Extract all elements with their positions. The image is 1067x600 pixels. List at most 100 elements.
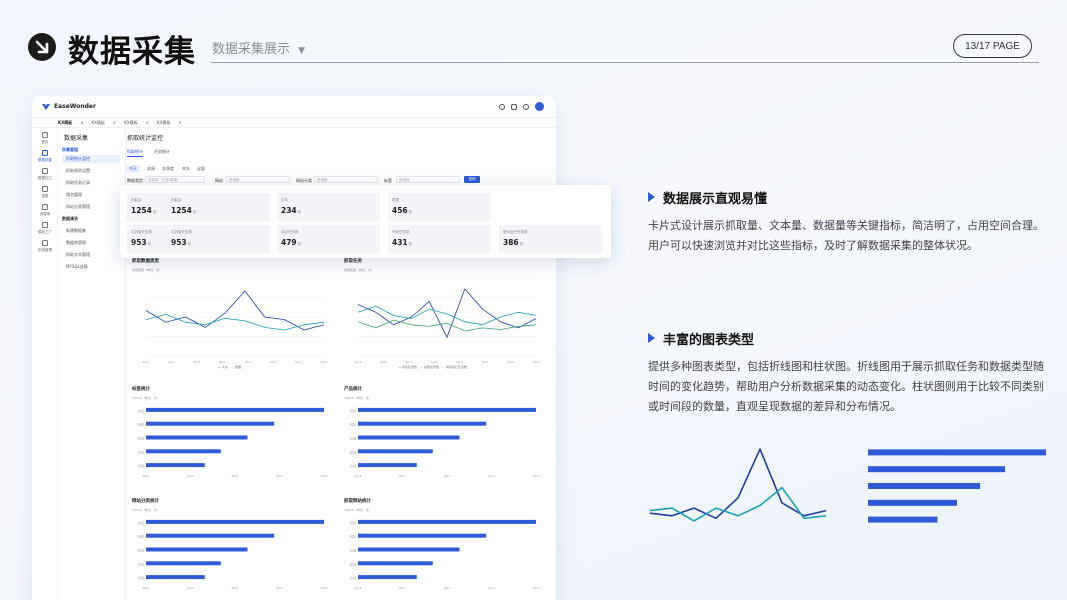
time-filter-quarter[interactable]: 本季度 [159, 165, 177, 173]
decorative-line-chart [649, 448, 827, 522]
menu-item[interactable]: 网站分类管理 [66, 204, 90, 210]
rail-item-system[interactable]: 系统管理 [32, 240, 58, 253]
filter-tag-select[interactable]: 请选择 [396, 176, 460, 183]
filter-site-select[interactable]: 请选择 [226, 176, 290, 183]
library-icon [42, 204, 48, 210]
tab-2[interactable]: KX模板 [92, 120, 105, 126]
x-tick-label: Apr1 [219, 360, 226, 364]
bar-category-label: 标签 [138, 520, 144, 525]
time-filter-all[interactable]: 全部 [194, 165, 208, 173]
bar [146, 533, 275, 538]
arrow-down-right-icon [28, 33, 56, 61]
x-tick-label: Apr1 [354, 586, 361, 590]
triangle-bullet-icon [648, 333, 655, 343]
time-filter-year[interactable]: 本年 [179, 165, 193, 173]
bar [868, 499, 957, 506]
chart-title: 网站分类统计 [132, 499, 159, 504]
bar-category-label: 标签 [138, 534, 144, 539]
system-icon [42, 240, 48, 246]
decorative-bar-chart [868, 449, 1046, 523]
bar-category-label: 标签 [138, 449, 144, 454]
rail-item-report[interactable]: 报表 [32, 186, 58, 199]
stat-card-data: 数据 456条 [388, 193, 491, 221]
process-icon [42, 168, 48, 174]
close-icon[interactable]: × [80, 120, 83, 125]
bar [868, 466, 1006, 473]
menu-item[interactable]: 数据库管理 [66, 240, 86, 246]
menu-item[interactable]: 抓取任务记录 [66, 180, 90, 186]
menu-item[interactable]: MYSQL连接 [66, 264, 88, 270]
bar-category-label: 标签 [350, 534, 356, 539]
time-filter-today[interactable]: 今天 [126, 165, 140, 173]
x-tick-label: Apr1 [532, 360, 539, 364]
menu-item-selected[interactable]: 抓取统计监控 [62, 155, 120, 163]
avatar[interactable] [535, 102, 544, 111]
series-line [357, 319, 537, 332]
tab-3[interactable]: KX模板 [124, 120, 137, 126]
template-icon [42, 222, 48, 228]
menu-item[interactable]: 域名管理 [66, 192, 82, 198]
logo-icon [42, 104, 50, 110]
x-tick-label: Apr1 [443, 586, 450, 590]
menu-group-clean[interactable]: 数据清洗 [62, 216, 78, 222]
page-title: 数据采集 [68, 34, 196, 70]
tab-1[interactable]: KX模板 [58, 120, 72, 126]
rail-item-process[interactable]: 数据加工 [32, 168, 58, 181]
filter-category-select[interactable]: 请选择 [314, 176, 378, 183]
chart-title: 抓取数据类型 [132, 259, 159, 264]
stat-card-success: 成功任务数 479条 [277, 225, 380, 253]
bar [358, 407, 536, 412]
time-filter-week[interactable]: 本周 [144, 165, 158, 173]
menu-item[interactable]: 新建数据集 [66, 228, 86, 234]
filter-label: 数据类型 [127, 178, 143, 183]
menu-item[interactable]: 抓取规则设置 [66, 168, 90, 174]
chart-subtitle: 抓取数量（单位：条） [132, 268, 163, 272]
x-tick-label: Apr1 [142, 586, 149, 590]
menu-item[interactable]: 抓取文本管理 [66, 252, 90, 258]
bar-category-label: 标签 [350, 548, 356, 553]
x-tick-label: Apr1 [231, 474, 238, 478]
bar [358, 519, 536, 524]
app-topbar: EaseWonder [32, 96, 556, 118]
stat-card-crawl-2: 抓取量 1254条 [167, 193, 270, 221]
bar [868, 516, 938, 523]
page-subtitle: 数据采集展示 [212, 42, 291, 57]
rail-item-template[interactable]: 模板工厂 [32, 222, 58, 235]
menu-group-collect[interactable]: 采集管理 [62, 147, 78, 153]
stats-overlay-panel: 抓取量 1254条 抓取量 1254条 文本 234条 数据 456条 总抓取任务数 95… [120, 185, 611, 258]
rail-item-collect[interactable]: 数据采集 [32, 150, 58, 163]
chart-title: 标签统计 [132, 387, 150, 392]
bar [146, 421, 275, 426]
bar-chart-tags: 标签标签标签标签标签Apr1 Apr1 Apr1 Apr1 Apr1 [138, 407, 328, 478]
x-tick-label: Apr1 [276, 474, 283, 478]
feature-text: 卡片式设计展示抓取量、文本量、数据量等关键指标，简洁明了，占用空间合理。用户可以… [648, 219, 1044, 252]
settings-icon[interactable] [523, 103, 529, 110]
query-button[interactable]: 查询 [464, 176, 480, 183]
close-icon[interactable]: × [113, 120, 116, 125]
close-icon[interactable]: × [178, 120, 181, 125]
bar [868, 449, 1046, 456]
help-icon[interactable] [499, 103, 505, 110]
page-subtitle-dropdown[interactable]: 数据采集展示 ▼ [212, 38, 305, 57]
tab-4[interactable]: KX模板 [157, 120, 170, 126]
subtab-crawl-stats[interactable]: 抓取统计 [127, 149, 143, 157]
close-icon[interactable]: × [146, 120, 149, 125]
series-line [145, 290, 325, 331]
bar [146, 547, 248, 552]
rail-item-home[interactable]: 首页 [32, 132, 58, 145]
bar-category-label: 标签 [350, 561, 356, 566]
bar [358, 449, 433, 454]
series-line [649, 448, 827, 520]
bar [358, 421, 487, 426]
subtab-task-stats[interactable]: 任务统计 [154, 149, 170, 155]
rail-item-library[interactable]: 资源库 [32, 204, 58, 217]
chart-subtitle: TOP10（单位：条） [344, 396, 372, 400]
bell-icon[interactable] [511, 103, 517, 110]
app-window: EaseWonder KX模板 × KX模板 × KX模板 × KX模板 × 首页 数据… [32, 96, 556, 600]
bar-category-label: 标签 [138, 548, 144, 553]
series-line [357, 288, 537, 338]
filter-type-select[interactable]: 请选择（文本/数据） [145, 176, 205, 183]
main-title: 抓取统计监控 [127, 135, 164, 142]
bar-category-label: 标签 [350, 449, 356, 454]
chart-legend: — 文本 — 数据 [218, 365, 241, 369]
